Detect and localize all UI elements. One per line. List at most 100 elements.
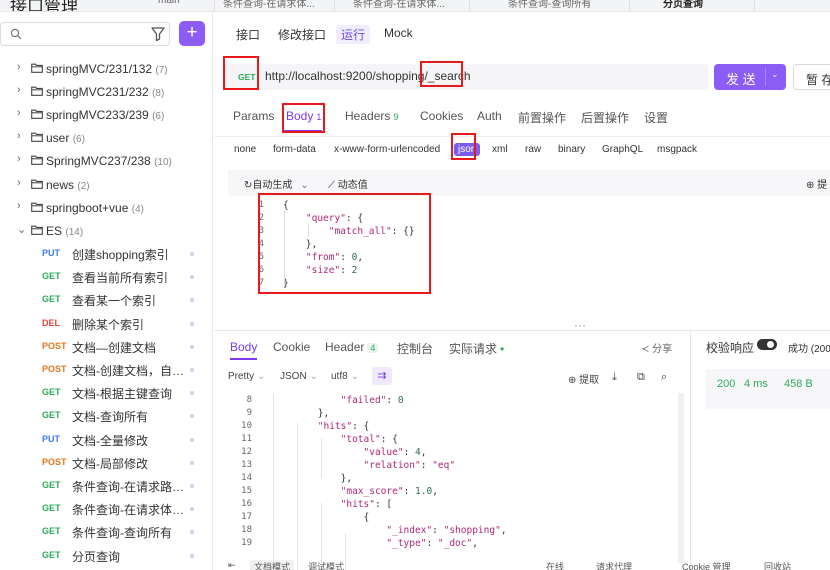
recycle-bin[interactable]: 回收站 bbox=[764, 560, 791, 570]
chevron-right-icon[interactable]: › bbox=[17, 200, 21, 212]
folder-item[interactable]: › springMVC/231/132 (7) bbox=[0, 58, 210, 80]
folder-item[interactable]: › news (2) bbox=[0, 174, 210, 196]
wrap-lines-icon[interactable]: ⇉ bbox=[372, 367, 392, 385]
dynamic-value-button[interactable]: ⟋ 动态值 bbox=[328, 176, 368, 191]
tab-body[interactable]: Body 1 bbox=[286, 109, 321, 123]
format-type-select[interactable]: JSON ⌄ bbox=[280, 371, 318, 382]
extract-response-button[interactable]: ⊕ 提取 bbox=[568, 371, 599, 386]
chevron-right-icon[interactable]: › bbox=[17, 153, 21, 165]
api-item[interactable]: PUT 创建shopping索引 bbox=[0, 242, 210, 265]
method-badge: GET bbox=[42, 549, 61, 560]
api-item[interactable]: DEL 删除某个索引 bbox=[0, 312, 210, 335]
status-dot bbox=[190, 275, 194, 280]
api-item[interactable]: GET 文档-查询所有 bbox=[0, 404, 210, 427]
folder-item[interactable]: › springMVC233/239 (6) bbox=[0, 104, 210, 126]
tab-params[interactable]: Params bbox=[233, 109, 274, 123]
response-tab-console[interactable]: 控制台 bbox=[397, 340, 433, 357]
api-item[interactable]: GET 查看当前所有索引 bbox=[0, 265, 210, 288]
tab-headers[interactable]: Headers 9 bbox=[345, 109, 398, 123]
request-body-editor[interactable]: 1 {2 "query": {3 "match_all": {} 4 }, 5 "fr… bbox=[228, 196, 830, 316]
tab-run[interactable]: 运行 bbox=[336, 25, 371, 44]
body-type-raw[interactable]: raw bbox=[525, 144, 541, 155]
save-button[interactable]: 暂 存 bbox=[793, 64, 830, 90]
body-type-urlencoded[interactable]: x-www-form-urlencoded bbox=[334, 144, 440, 155]
api-item[interactable]: GET 条件查询-在请求体中... bbox=[0, 497, 210, 520]
response-tab-cookie[interactable]: Cookie bbox=[273, 340, 310, 354]
body-type-msgpack[interactable]: msgpack bbox=[657, 144, 697, 155]
folder-item[interactable]: › springboot+vue (4) bbox=[0, 197, 210, 219]
url-bar[interactable]: GET http://localhost:9200/shopping/_sear… bbox=[224, 64, 708, 90]
format-pretty-select[interactable]: Pretty ⌄ bbox=[228, 371, 266, 382]
chevron-right-icon[interactable]: › bbox=[17, 130, 21, 142]
tab-post-processors[interactable]: 后置操作 bbox=[581, 109, 629, 126]
collapse-icon[interactable]: ⇤ bbox=[228, 560, 236, 570]
body-type-form-data[interactable]: form-data bbox=[273, 144, 316, 155]
online-status[interactable]: 在线 bbox=[546, 560, 564, 570]
window-tab[interactable]: 条件查询-在请求体... bbox=[215, 0, 335, 11]
search-icon[interactable]: ⌕ bbox=[661, 371, 667, 384]
line-number: 5 bbox=[258, 252, 264, 262]
body-type-graphql[interactable]: GraphQL bbox=[602, 144, 643, 155]
tab-auth[interactable]: Auth bbox=[477, 109, 502, 123]
extract-button[interactable]: ⊕ 提 bbox=[806, 176, 827, 191]
api-item[interactable]: PUT 文档-全量修改 bbox=[0, 428, 210, 451]
chevron-down-icon[interactable]: ⌄ bbox=[771, 69, 779, 80]
add-button[interactable]: + bbox=[179, 21, 205, 46]
tab-cookies[interactable]: Cookies bbox=[420, 109, 463, 123]
response-body-viewer[interactable]: 8 "failed": 0 9 }, 10 "hits": {11 "total":… bbox=[226, 393, 678, 570]
folder-item[interactable]: › springMVC231/232 (8) bbox=[0, 81, 210, 103]
folder-label: ES (14) bbox=[46, 223, 84, 238]
url-input[interactable]: http://localhost:9200/shopping/_search bbox=[265, 69, 471, 83]
encoding-select[interactable]: utf8 ⌄ bbox=[331, 371, 359, 382]
tab-pre-processors[interactable]: 前置操作 bbox=[518, 109, 566, 126]
window-tab[interactable]: 条件查询-在请求体... bbox=[345, 0, 470, 11]
response-tab-body[interactable]: Body bbox=[230, 340, 258, 360]
api-item[interactable]: GET 分页查询 bbox=[0, 544, 210, 567]
tab-edit-interface[interactable]: 修改接口 bbox=[278, 26, 326, 43]
api-item[interactable]: POST 文档-创建文档，自定... bbox=[0, 358, 210, 381]
request-proxy[interactable]: 请求代理 bbox=[596, 560, 632, 570]
response-tab-header[interactable]: Header 4 bbox=[325, 340, 379, 354]
download-icon[interactable]: ⤓ bbox=[612, 371, 617, 384]
folder-item[interactable]: › user (6) bbox=[0, 127, 210, 149]
tab-settings[interactable]: 设置 bbox=[644, 109, 668, 126]
response-tab-actual-request[interactable]: 实际请求 • bbox=[449, 340, 504, 357]
status-dot bbox=[190, 484, 194, 488]
api-item[interactable]: GET 条件查询-查询所有 bbox=[0, 520, 210, 543]
window-tab[interactable]: 条件查询-查询所有 bbox=[500, 0, 630, 11]
share-button[interactable]: ≺ 分享 bbox=[641, 340, 672, 355]
api-item[interactable]: GET 查看某一个索引 bbox=[0, 288, 210, 311]
scrollbar[interactable] bbox=[678, 393, 684, 563]
api-item[interactable]: GET 条件查询-在请求路径... bbox=[0, 474, 210, 497]
chevron-down-icon[interactable]: ⌄ bbox=[17, 223, 26, 236]
chevron-right-icon[interactable]: › bbox=[17, 61, 21, 73]
window-tab-active[interactable]: 分页查询 bbox=[655, 0, 755, 11]
method-badge: POST bbox=[42, 364, 67, 374]
search-input[interactable] bbox=[0, 22, 170, 46]
api-item[interactable]: POST 文档—创建文档 bbox=[0, 335, 210, 358]
tab-interface[interactable]: 接口 bbox=[236, 26, 260, 43]
folder-item[interactable]: › SpringMVC237/238 (10) bbox=[0, 150, 210, 172]
body-type-binary[interactable]: binary bbox=[558, 144, 585, 155]
body-type-xml[interactable]: xml bbox=[492, 144, 508, 155]
api-item[interactable]: GET 文档-根据主键查询 bbox=[0, 381, 210, 404]
method-select[interactable]: GET bbox=[238, 72, 255, 82]
chevron-right-icon[interactable]: › bbox=[17, 177, 21, 189]
body-type-json[interactable]: json bbox=[454, 143, 481, 156]
body-type-none[interactable]: none bbox=[234, 144, 256, 155]
validate-toggle[interactable] bbox=[757, 339, 777, 350]
copy-icon[interactable]: ⧉ bbox=[637, 371, 645, 384]
doc-mode-toggle[interactable]: 文档模式 bbox=[250, 560, 295, 570]
send-button[interactable]: 发 送 ⌄ bbox=[714, 64, 786, 90]
chevron-right-icon[interactable]: › bbox=[17, 84, 21, 96]
filter-button[interactable] bbox=[146, 23, 170, 45]
window-tab[interactable]: main bbox=[150, 0, 215, 11]
chevron-right-icon[interactable]: › bbox=[17, 107, 21, 119]
debug-mode-toggle[interactable]: 调试模式 bbox=[308, 560, 344, 570]
auto-generate-button[interactable]: ↻自动生成 ⌄ bbox=[244, 176, 309, 191]
folder-item[interactable]: ⌄ ES (14) bbox=[0, 220, 210, 242]
tab-mock[interactable]: Mock bbox=[384, 26, 413, 40]
api-item[interactable]: POST 文档-局部修改 bbox=[0, 451, 210, 474]
cookie-manager[interactable]: Cookie 管理 bbox=[682, 560, 731, 570]
code-line: "match_all": {} bbox=[328, 226, 415, 237]
